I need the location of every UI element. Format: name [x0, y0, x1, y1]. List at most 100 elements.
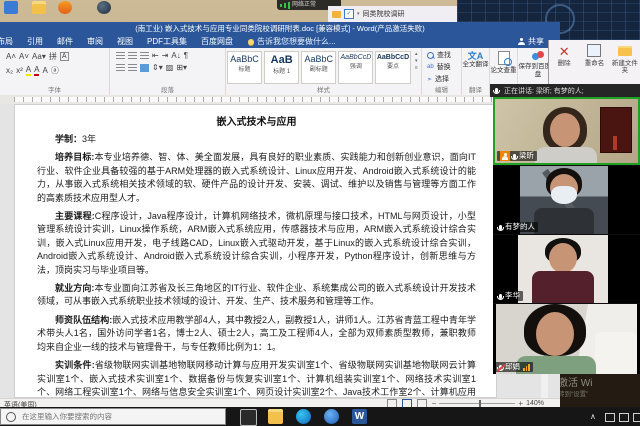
bullets-icon[interactable] [116, 52, 125, 60]
video-tile-participant-2[interactable]: 有梦的人 [493, 166, 640, 234]
enclose-char-icon[interactable]: ⓐ [51, 65, 59, 76]
signal-strength-icon [523, 364, 530, 371]
search-input[interactable] [20, 411, 204, 422]
share-button[interactable]: 共享 [518, 36, 544, 47]
numbering-icon[interactable] [128, 52, 137, 60]
mic-icon [495, 88, 498, 93]
tray-folder-icon[interactable] [619, 413, 629, 422]
increase-indent-icon[interactable]: ⇥ [162, 51, 169, 60]
taskbar: W ∧ [0, 407, 640, 426]
subscript-icon[interactable]: x₂ [6, 66, 13, 75]
highlight-color-icon[interactable]: A [26, 65, 31, 76]
share-indicator-label: 网络正常 [292, 0, 316, 10]
zoom-slider[interactable] [439, 403, 515, 404]
char-border-icon[interactable]: A [60, 52, 69, 61]
mic-muted-icon [499, 365, 502, 370]
align-center-icon[interactable] [128, 64, 137, 72]
ruler-ticks [14, 97, 497, 102]
style-card-heading1[interactable]: AaB 标题 1 [264, 51, 299, 84]
paper-check-button[interactable]: 论文查重 [490, 48, 517, 75]
quick-access-check-icon[interactable]: ✓ [344, 9, 354, 19]
video-tile-participant-4[interactable]: 邱娟 [493, 304, 640, 374]
mic-on-icon [513, 154, 516, 159]
tab-layout[interactable]: 布局 [0, 36, 20, 47]
shrink-font-icon[interactable]: A˅ [19, 52, 29, 61]
superscript-icon[interactable]: x² [16, 66, 23, 75]
host-badge-icon [500, 151, 510, 161]
char-shading-icon[interactable]: A [42, 66, 47, 75]
participant-name-label: 有梦的人 [495, 222, 538, 232]
tray-device-icon[interactable] [605, 413, 615, 422]
style-card-emphasis[interactable]: AaBbCcD 强调 [338, 51, 373, 84]
shading-icon[interactable]: ▨ [166, 63, 174, 72]
desktop-icon-folder[interactable] [32, 1, 46, 14]
decrease-indent-icon[interactable]: ⇤ [152, 51, 159, 60]
font-color-icon[interactable]: A [34, 65, 39, 76]
tab-baidu-netdisk[interactable]: 百度网盘 [194, 36, 240, 47]
lightbulb-icon [248, 39, 254, 45]
align-left-icon[interactable] [116, 64, 125, 72]
style-card-keypoint[interactable]: AaBbCcD 要点 [375, 51, 410, 84]
editing-group-label: 编辑 [422, 84, 461, 94]
mic-on-icon [499, 294, 502, 299]
desktop-icon-app-orange[interactable] [58, 1, 72, 14]
zoom-slider-thumb[interactable] [479, 400, 481, 407]
edge-browser-button[interactable] [296, 409, 311, 424]
pilcrow-icon[interactable]: ¶ [184, 51, 188, 60]
grow-font-icon[interactable]: A˄ [6, 52, 16, 61]
document-page[interactable]: 嵌入式技术与应用 学制：3年 培养目标:本专业培养德、智、体、美全面发展，具有良… [14, 104, 497, 398]
task-view-button[interactable] [240, 409, 257, 426]
tray-display-icon[interactable] [633, 413, 640, 422]
paragraph-main-courses: 主要课程:C程序设计，Java程序设计，计算机网络技术，微机原理与接口技术，HT… [37, 210, 476, 277]
word-taskbar-button[interactable]: W [352, 409, 367, 424]
phonetic-guide-icon[interactable]: 拼 [49, 51, 57, 62]
screen: 激活 Wi 转到“设置” 网络正常 ✓ ▾ 同类院校调研 (南工业) 嵌入式技术… [0, 0, 640, 426]
tab-references[interactable]: 引用 [20, 36, 50, 47]
tab-view[interactable]: 视图 [110, 36, 140, 47]
horizontal-ruler[interactable] [0, 95, 560, 104]
tell-me-label: 告诉我您想要做什么... [257, 36, 336, 47]
ribbon-group-styles: AaBbC 标题 AaB 标题 1 AaBbC 副标题 AaBbCcD 强调 A… [226, 48, 422, 95]
network-signal-icon [280, 4, 282, 7]
find-button[interactable]: 查找 [422, 48, 461, 60]
borders-icon[interactable]: ⊞▾ [176, 63, 187, 72]
tab-mailings[interactable]: 邮件 [50, 36, 80, 47]
person-icon [518, 38, 525, 45]
sort-icon[interactable]: A↓ [171, 51, 180, 60]
change-case-icon[interactable]: Aa▾ [32, 52, 46, 61]
translate-button[interactable]: 文A 全文翻译 [462, 48, 489, 69]
line-spacing-icon[interactable]: ⇕▾ [152, 63, 163, 72]
tray-expand-chevron-icon[interactable]: ∧ [590, 412, 596, 421]
desktop-icon-browser[interactable] [97, 1, 111, 14]
replace-button[interactable]: ab替换 [422, 60, 461, 72]
multilevel-list-icon[interactable] [140, 52, 149, 60]
tell-me-box[interactable]: 告诉我您想要做什么... [240, 36, 336, 47]
file-explorer-button[interactable] [268, 409, 283, 424]
taskbar-search-box[interactable] [0, 408, 226, 425]
ribbon-tab-row: 布局 引用 邮件 审阅 视图 PDF工具集 百度网盘 告诉我您想要做什么... [0, 35, 560, 48]
tab-pdf-tools[interactable]: PDF工具集 [140, 36, 194, 47]
word-title-bar: (南工业) 嵌入式技术与应用专业同类院校调研附表.doc [兼容模式] - Wo… [0, 22, 560, 35]
app-blue-button[interactable] [324, 409, 339, 424]
style-card-subtitle[interactable]: AaBbC 副标题 [301, 51, 336, 84]
video-tile-participant-1[interactable]: 梁昕 [493, 97, 640, 165]
style-card-title[interactable]: AaBbC 标题 [227, 51, 262, 84]
paper-check-icon [498, 51, 510, 65]
select-button[interactable]: ➣选择 [422, 72, 461, 84]
video-tile-participant-3[interactable]: 李华 [493, 235, 640, 303]
align-justify-icon[interactable] [140, 64, 149, 72]
zoom-level[interactable]: 140% [526, 400, 544, 407]
tab-review[interactable]: 审阅 [80, 36, 110, 47]
ribbon-group-paragraph: ⇤ ⇥ A↓ ¶ ⇕▾ ▨ ⊞▾ 段落 [110, 48, 226, 95]
activate-windows-watermark-line2: 转到“设置” [558, 388, 588, 398]
desktop-icon-app-blue[interactable] [4, 1, 18, 14]
paragraph-training-facilities: 实训条件:省级物联网实训基地物联网移动计算与应用开发实训室1个、省级物联网实训基… [37, 359, 476, 398]
participant-name-label: 李华 [495, 291, 523, 301]
explorer-title-bar[interactable]: ✓ ▾ 同类院校调研 [328, 6, 457, 22]
chevron-down-icon[interactable]: ▾ [357, 11, 360, 17]
wall-hanging [600, 107, 632, 153]
search-icon [6, 412, 16, 422]
paragraph-duration: 学制：3年 [37, 133, 476, 146]
video-panel: 梁昕 有梦的人 李华 [493, 97, 640, 374]
activate-windows-watermark: 激活 Wi [558, 374, 592, 389]
